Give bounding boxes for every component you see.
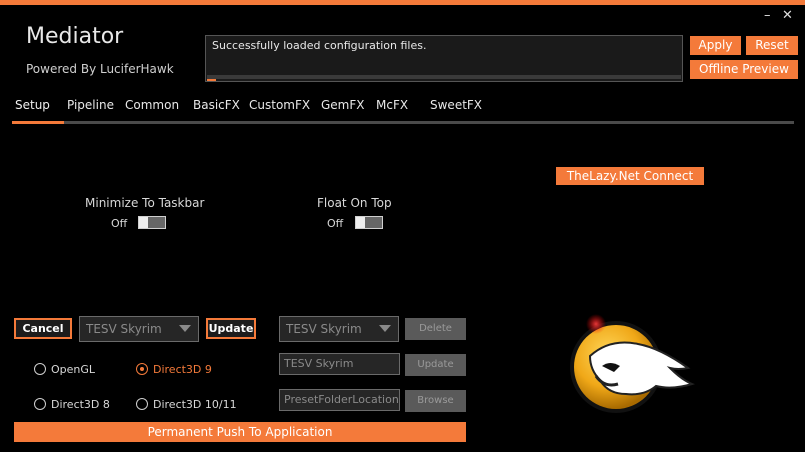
radio-direct3d9[interactable] (136, 363, 148, 375)
minimize-taskbar-state: Off (111, 217, 128, 230)
mediator-hawk-logo (570, 314, 696, 413)
game-select-value: TESV Skyrim (86, 322, 162, 336)
hawk-head (588, 341, 696, 396)
logo-glint (586, 314, 606, 334)
tab-common[interactable]: Common (125, 98, 179, 112)
minimize-taskbar-label: Minimize To Taskbar (85, 196, 205, 210)
status-message: Successfully loaded configuration files. (212, 39, 427, 52)
preset-game-select[interactable]: TESV Skyrim (279, 316, 399, 342)
tab-basicfx[interactable]: BasicFX (193, 98, 240, 112)
preset-update-button[interactable]: Update (405, 354, 466, 376)
app-title: Mediator (26, 24, 124, 49)
preset-browse-button[interactable]: Browse (405, 390, 466, 412)
chevron-down-icon (379, 325, 391, 332)
tab-gemfx[interactable]: GemFX (321, 98, 365, 112)
tab-sweetfx[interactable]: SweetFX (430, 98, 482, 112)
minimize-window-button[interactable]: – (764, 8, 771, 24)
float-on-top-state: Off (327, 217, 344, 230)
radio-direct3d8-label: Direct3D 8 (51, 398, 110, 411)
cancel-button[interactable]: Cancel (14, 318, 72, 339)
preset-folder-field[interactable]: PresetFolderLocation (279, 389, 400, 411)
radio-direct3d8[interactable] (34, 398, 46, 410)
close-window-button[interactable]: ✕ (782, 8, 793, 24)
thelazy-connect-button[interactable]: TheLazy.Net Connect (556, 167, 704, 185)
radio-opengl[interactable] (34, 363, 46, 375)
radio-direct3d1011[interactable] (136, 398, 148, 410)
chevron-down-icon (179, 325, 191, 332)
tab-customfx[interactable]: CustomFX (249, 98, 310, 112)
permanent-push-button[interactable]: Permanent Push To Application (14, 422, 466, 442)
radio-opengl-label: OpenGL (51, 363, 96, 376)
tab-mcfx[interactable]: McFX (376, 98, 408, 112)
radio-direct3d9-label: Direct3D 9 (153, 363, 212, 376)
preset-name-field[interactable]: TESV Skyrim (279, 353, 400, 375)
apply-button[interactable]: Apply (690, 36, 741, 55)
minimize-taskbar-toggle[interactable] (138, 216, 166, 229)
preset-game-select-value: TESV Skyrim (286, 322, 362, 336)
game-select[interactable]: TESV Skyrim (79, 316, 199, 342)
float-on-top-label: Float On Top (317, 196, 392, 210)
reset-button[interactable]: Reset (746, 36, 798, 55)
float-on-top-toggle[interactable] (355, 216, 383, 229)
tab-pipeline[interactable]: Pipeline (67, 98, 114, 112)
offline-preview-button[interactable]: Offline Preview (690, 60, 798, 79)
status-progress-fill (207, 79, 216, 81)
game-update-button[interactable]: Update (206, 318, 256, 339)
tab-divider (12, 121, 794, 124)
top-accent-bar (0, 0, 805, 5)
tab-active-indicator (12, 121, 64, 124)
radio-direct3d1011-label: Direct3D 10/11 (153, 398, 237, 411)
tab-setup[interactable]: Setup (15, 98, 50, 112)
preset-delete-button[interactable]: Delete (405, 318, 466, 340)
status-progress-track (207, 75, 681, 79)
app-subtitle: Powered By LuciferHawk (26, 62, 174, 76)
